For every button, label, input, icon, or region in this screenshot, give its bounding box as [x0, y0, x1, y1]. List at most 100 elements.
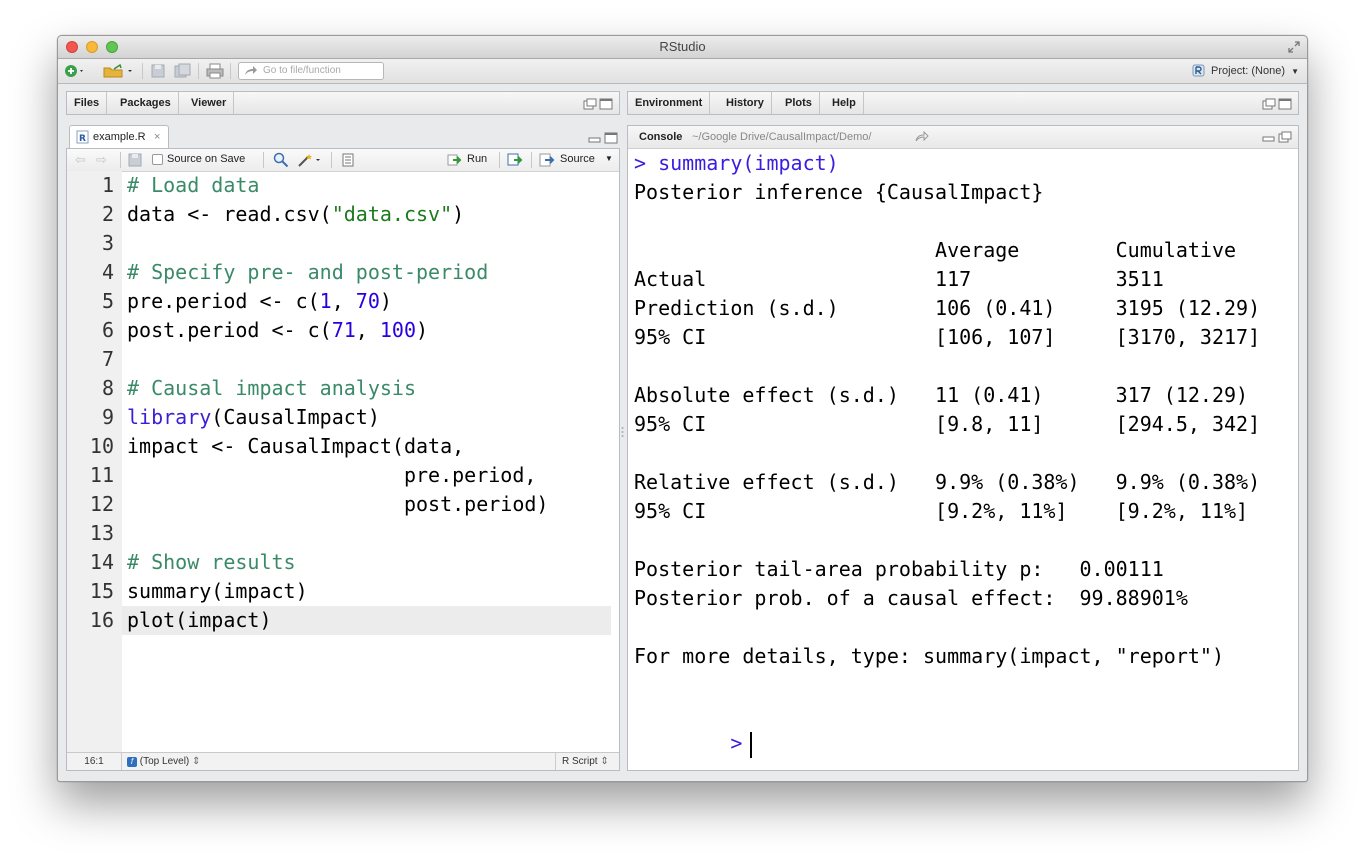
code-token: 1 — [319, 289, 332, 313]
file-type-label: R Script — [562, 756, 598, 767]
line-number: 13 — [89, 521, 114, 545]
close-tab-icon[interactable]: × — [154, 126, 160, 148]
code-token: pre.period <- c( — [127, 289, 320, 313]
go-to-file-placeholder: Go to file/function — [263, 65, 341, 76]
source-on-save-checkbox[interactable] — [152, 154, 163, 165]
window-title: RStudio — [659, 39, 706, 54]
compile-report-icon[interactable] — [341, 153, 355, 167]
fullscreen-icon[interactable] — [1287, 40, 1301, 54]
maximize-pane-icon[interactable] — [599, 98, 613, 110]
toolbar-separator — [499, 152, 500, 168]
line-number: 14 — [89, 550, 114, 574]
save-icon[interactable] — [128, 153, 142, 167]
tab-help[interactable]: Help — [825, 92, 864, 114]
minimize-pane-icon[interactable] — [588, 137, 601, 143]
restore-pane-icon[interactable] — [1278, 131, 1292, 143]
line-number: 4 — [101, 260, 114, 284]
forward-arrow-icon[interactable]: ⇨ — [96, 152, 107, 168]
code-token: data <- read.csv( — [127, 202, 332, 226]
code-token: (CausalImpact) — [211, 405, 380, 429]
line-number: 16 — [89, 608, 114, 632]
console-output-line: 95% CI [9.8, 11] [294.5, 342] — [634, 412, 1261, 436]
line-number: 7 — [101, 347, 114, 371]
r-file-icon: R — [76, 130, 89, 144]
console-tab[interactable]: Console — [639, 126, 682, 148]
console-output[interactable]: > summary(impact) Posterior inference {C… — [634, 149, 1292, 770]
go-to-file-input[interactable]: Go to file/function — [238, 62, 384, 80]
code-line: # Show results — [127, 548, 296, 577]
line-number: 1 — [101, 173, 114, 197]
toolbar-separator — [230, 63, 231, 79]
maximize-pane-icon[interactable] — [1278, 98, 1292, 110]
project-menu[interactable]: Project: (None) ▼ — [1192, 64, 1299, 77]
cursor-position: 16:1 — [67, 753, 122, 770]
rerun-icon[interactable] — [507, 152, 525, 168]
minimize-pane-icon[interactable] — [1262, 136, 1275, 142]
updown-chevron-icon: ⇕ — [192, 756, 201, 767]
tab-files[interactable]: Files — [67, 92, 108, 114]
restore-pane-icon[interactable] — [583, 98, 597, 110]
line-number: 15 — [89, 579, 114, 603]
tab-example-r[interactable]: R example.R × — [69, 125, 169, 149]
line-number: 3 — [101, 231, 114, 255]
code-token: library — [127, 405, 212, 429]
source-label: Source — [560, 153, 595, 165]
console-prompt-line[interactable]: > — [634, 700, 753, 758]
file-type-selector[interactable]: R Script ⇕ — [555, 753, 619, 770]
text-cursor — [750, 731, 753, 758]
source-button[interactable]: Source ▼ — [539, 151, 615, 169]
environment-pane-tabbar: Environment History Plots Help — [627, 91, 1299, 115]
code-token: # Show results — [127, 550, 296, 574]
console-output-line: Posterior prob. of a causal effect: 99.8… — [634, 586, 1188, 610]
back-arrow-icon[interactable]: ⇦ — [75, 152, 86, 168]
console-output-line: Average Cumulative — [634, 238, 1237, 262]
run-button[interactable]: Run — [447, 151, 493, 169]
line-number: 10 — [89, 434, 114, 458]
code-editor[interactable]: 1 2 3 4 5 6 7 8 9 10 11 12 13 14 15 16 # Load data data … — [67, 171, 619, 752]
tab-packages[interactable]: Packages — [113, 92, 179, 114]
code-token: ) — [379, 289, 392, 313]
new-file-icon[interactable] — [64, 63, 86, 79]
search-icon[interactable] — [273, 152, 289, 168]
pane-controls — [588, 131, 618, 149]
toolbar-separator — [142, 63, 143, 79]
console-pane: Console ~/Google Drive/CausalImpact/Demo… — [627, 125, 1299, 771]
tab-history[interactable]: History — [719, 92, 772, 114]
line-number: 11 — [89, 463, 114, 487]
rstudio-window: RStudio Go to file/function Project: (No… — [57, 35, 1308, 782]
pane-splitter-handle[interactable] — [621, 426, 624, 438]
code-line: post.period) — [127, 490, 549, 519]
save-all-icon[interactable] — [174, 63, 192, 79]
pane-controls — [583, 97, 613, 115]
source-arrow-icon — [539, 153, 555, 167]
code-token: , — [331, 289, 356, 313]
editor-tab-label: example.R — [93, 131, 146, 143]
function-icon: f — [127, 757, 137, 767]
code-line: library(CausalImpact) — [127, 403, 380, 432]
code-token: "data.csv" — [331, 202, 453, 226]
save-icon[interactable] — [150, 63, 166, 79]
line-number: 6 — [101, 318, 114, 342]
code-token: 100 — [379, 318, 417, 342]
working-directory-path: ~/Google Drive/CausalImpact/Demo/ — [692, 131, 872, 143]
chevron-down-icon: ▼ — [1291, 67, 1299, 76]
line-number: 8 — [101, 376, 114, 400]
go-to-directory-icon[interactable] — [915, 131, 929, 143]
console-command: > summary(impact) — [634, 151, 839, 175]
tab-environment[interactable]: Environment — [628, 92, 711, 114]
editor-frame: ⇦ ⇨ Source on Save Run Source ▼ 1 2 3 4 … — [66, 148, 620, 771]
print-icon[interactable] — [206, 63, 224, 79]
source-on-save-label: Source on Save — [167, 153, 246, 165]
tab-viewer[interactable]: Viewer — [184, 92, 235, 114]
line-number: 12 — [89, 492, 114, 516]
tab-plots[interactable]: Plots — [778, 92, 820, 114]
open-file-icon[interactable] — [102, 63, 136, 79]
main-toolbar: Go to file/function Project: (None) ▼ — [58, 59, 1307, 84]
scope-selector[interactable]: f (Top Level) ⇕ — [127, 753, 200, 770]
restore-pane-icon[interactable] — [1262, 98, 1276, 110]
maximize-pane-icon[interactable] — [604, 132, 618, 144]
code-line: data <- read.csv("data.csv") — [127, 200, 464, 229]
code-line: # Load data — [127, 171, 259, 200]
code-tools-wand-icon[interactable] — [297, 152, 323, 168]
code-line: plot(impact) — [127, 606, 272, 635]
